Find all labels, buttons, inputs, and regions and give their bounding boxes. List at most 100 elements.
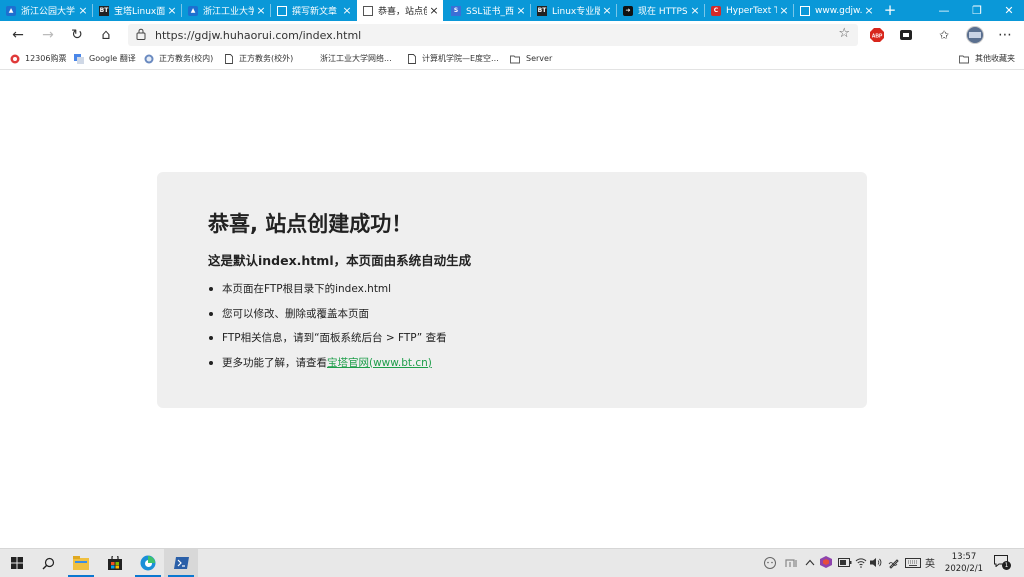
tab-strip: ▲ 浙江公园大学 × BT 宝塔Linux面板 × ▲ 浙江工业大学 × 撰写新… — [0, 0, 1024, 21]
address-bar[interactable]: https://gdjw.huhaorui.com/index.html ☆ — [128, 24, 858, 46]
file-explorer-button[interactable] — [64, 549, 98, 577]
folder-icon — [959, 55, 969, 63]
close-icon[interactable]: × — [514, 4, 528, 17]
bookmark-label: 计算机学院—E度空... — [422, 54, 499, 63]
clock-time: 13:57 — [951, 552, 977, 562]
avatar[interactable] — [966, 26, 984, 44]
keyboard-icon[interactable] — [905, 558, 921, 568]
bookmark-label: 正方教务(校外) — [239, 54, 294, 63]
taskbar: 英 13:57 2020/2/1 1 — [0, 548, 1024, 577]
minimize-button[interactable]: — — [928, 0, 960, 21]
doc-icon — [277, 5, 287, 16]
tab-title: SSL证书_西部 — [466, 7, 514, 17]
more-menu-icon[interactable]: ⋯ — [996, 26, 1014, 44]
notification-count: 1 — [1002, 561, 1011, 570]
chevron-up-icon[interactable] — [805, 559, 815, 566]
doc-icon — [800, 5, 810, 16]
new-tab-button[interactable]: + — [880, 0, 900, 21]
page-subtitle: 这是默认index.html，本页面由系统自动生成 — [208, 253, 472, 268]
close-icon[interactable]: × — [340, 4, 354, 17]
close-icon[interactable]: × — [76, 4, 90, 17]
page-icon — [408, 53, 416, 64]
close-icon[interactable]: × — [165, 4, 179, 17]
bookmark-folder-server[interactable]: Server — [509, 51, 552, 66]
store-button[interactable] — [98, 549, 132, 577]
ssl-icon: S — [451, 5, 461, 16]
app-tray-icon[interactable] — [820, 556, 832, 568]
wechat-icon[interactable] — [764, 557, 776, 569]
clock[interactable]: 13:57 2020/2/1 — [940, 551, 988, 575]
tab-title: 恭喜，站点创建成功 — [378, 7, 427, 17]
bookmark-zjut-network[interactable]: 浙江工业大学网络... — [305, 51, 392, 66]
favorite-star-icon[interactable]: ☆ — [838, 26, 850, 41]
tab-1[interactable]: BT 宝塔Linux面板 × — [93, 0, 181, 21]
tab-5[interactable]: S SSL证书_西部 × — [445, 0, 530, 21]
back-button[interactable]: ← — [9, 26, 27, 44]
tab-title: 浙江工业大学 — [203, 7, 254, 17]
bookmark-zf-internal[interactable]: 正方教务(校内) — [144, 51, 213, 66]
start-button[interactable] — [0, 549, 34, 577]
tab-title: 现在 HTTPS — [638, 7, 688, 17]
close-icon[interactable]: × — [427, 4, 441, 17]
store-icon — [108, 556, 122, 570]
page-title: 恭喜, 站点创建成功！ — [208, 212, 413, 236]
search-icon — [42, 557, 54, 569]
tab-title: 浙江公园大学 — [21, 7, 76, 17]
mi-icon[interactable] — [785, 558, 798, 568]
tab-title: www.gdjw.hu — [815, 5, 862, 16]
windows-icon — [11, 557, 23, 569]
favorites-icon[interactable]: ✩ — [935, 26, 953, 44]
powershell-button[interactable] — [164, 549, 198, 577]
pen-icon[interactable] — [888, 557, 900, 569]
refresh-button[interactable]: ↻ — [68, 26, 86, 44]
bookmark-folder-other[interactable]: 其他收藏夹 — [958, 51, 1015, 66]
close-icon[interactable]: × — [254, 4, 268, 17]
bookmark-12306[interactable]: 12306购票 — [10, 51, 66, 66]
close-icon[interactable]: × — [862, 4, 876, 17]
folder-icon — [73, 556, 89, 570]
notification-button[interactable]: 1 — [994, 555, 1012, 571]
tab-title: 撰写新文章 — [292, 7, 338, 17]
battery-icon[interactable] — [838, 558, 852, 567]
cap-icon: ▲ — [188, 5, 198, 16]
adblock-icon[interactable]: ABP — [870, 28, 884, 42]
tab-9[interactable]: www.gdjw.hu × — [794, 0, 878, 21]
page-icon — [225, 53, 233, 64]
bookmark-label: 浙江工业大学网络... — [320, 54, 392, 63]
tab-8[interactable]: C HyperText Tr × — [705, 0, 793, 21]
restore-button[interactable]: ❐ — [961, 0, 993, 21]
bookmark-cs-space[interactable]: 计算机学院—E度空... — [407, 51, 499, 66]
tab-6[interactable]: BT Linux专业版 × — [531, 0, 616, 21]
search-button[interactable] — [31, 549, 65, 577]
edge-icon — [140, 555, 156, 571]
tab-title: HyperText Tr — [726, 5, 777, 16]
tab-4-active[interactable]: 恭喜，站点创建成功 × — [357, 0, 443, 21]
url-text: https://gdjw.huhaorui.com/index.html — [155, 29, 362, 42]
more-text: 更多功能了解，请查看 — [222, 356, 327, 369]
home-button[interactable]: ⌂ — [97, 26, 115, 44]
welcome-card: 恭喜, 站点创建成功！ 这是默认index.html，本页面由系统自动生成 本页… — [157, 172, 867, 408]
tab-2[interactable]: ▲ 浙江工业大学 × — [182, 0, 270, 21]
edge-button[interactable] — [131, 549, 165, 577]
tab-3[interactable]: 撰写新文章 × — [271, 0, 356, 21]
close-window-button[interactable]: ✕ — [993, 0, 1024, 21]
close-icon[interactable]: × — [688, 4, 702, 17]
bt-official-link[interactable]: 宝塔官网(www.bt.cn) — [327, 357, 432, 369]
bookmark-google-translate[interactable]: Google 翻译 — [74, 51, 136, 66]
tab-0[interactable]: ▲ 浙江公园大学 × — [0, 0, 92, 21]
bt-icon: BT — [537, 5, 547, 16]
close-icon[interactable]: × — [600, 4, 614, 17]
bookmark-zf-external[interactable]: 正方教务(校外) — [224, 51, 293, 66]
forward-button[interactable]: → — [39, 26, 57, 44]
bt-icon: BT — [99, 5, 109, 16]
folder-icon — [510, 55, 520, 63]
volume-icon[interactable] — [870, 557, 882, 568]
list-item: FTP相关信息，请到“面板系统后台 > FTP” 查看 — [208, 331, 447, 356]
list-item: 本页面在FTP根目录下的index.html — [208, 282, 447, 307]
extension-icon[interactable] — [899, 28, 913, 42]
tab-7[interactable]: ➜ 现在 HTTPS × — [617, 0, 704, 21]
tab-title: Linux专业版 — [552, 7, 600, 17]
wifi-icon[interactable] — [855, 557, 867, 568]
ime-indicator[interactable]: 英 — [925, 555, 935, 570]
close-icon[interactable]: × — [777, 4, 791, 17]
